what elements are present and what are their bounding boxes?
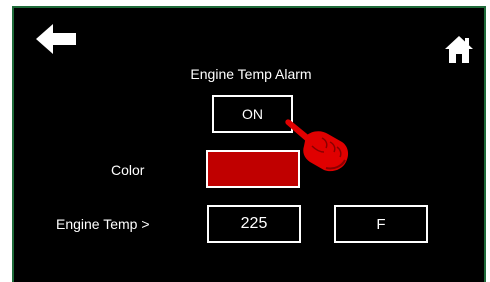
color-label: Color [111,162,145,178]
pointing-hand-icon [285,119,349,172]
back-arrow-icon[interactable] [36,22,78,56]
alarm-on-toggle-button[interactable]: ON [212,95,293,133]
alarm-screen: Engine Temp Alarm ON Color Engine Temp >… [12,6,486,282]
engine-temp-value-field[interactable]: 225 [207,205,301,243]
engine-temp-label: Engine Temp > [56,216,150,232]
alarm-toggle-label: ON [242,106,263,122]
engine-temp-value: 225 [240,215,268,232]
page-title: Engine Temp Alarm [190,66,312,82]
home-icon[interactable] [444,34,474,64]
temp-unit-field[interactable]: F [334,205,428,243]
temp-unit-value: F [376,215,386,233]
